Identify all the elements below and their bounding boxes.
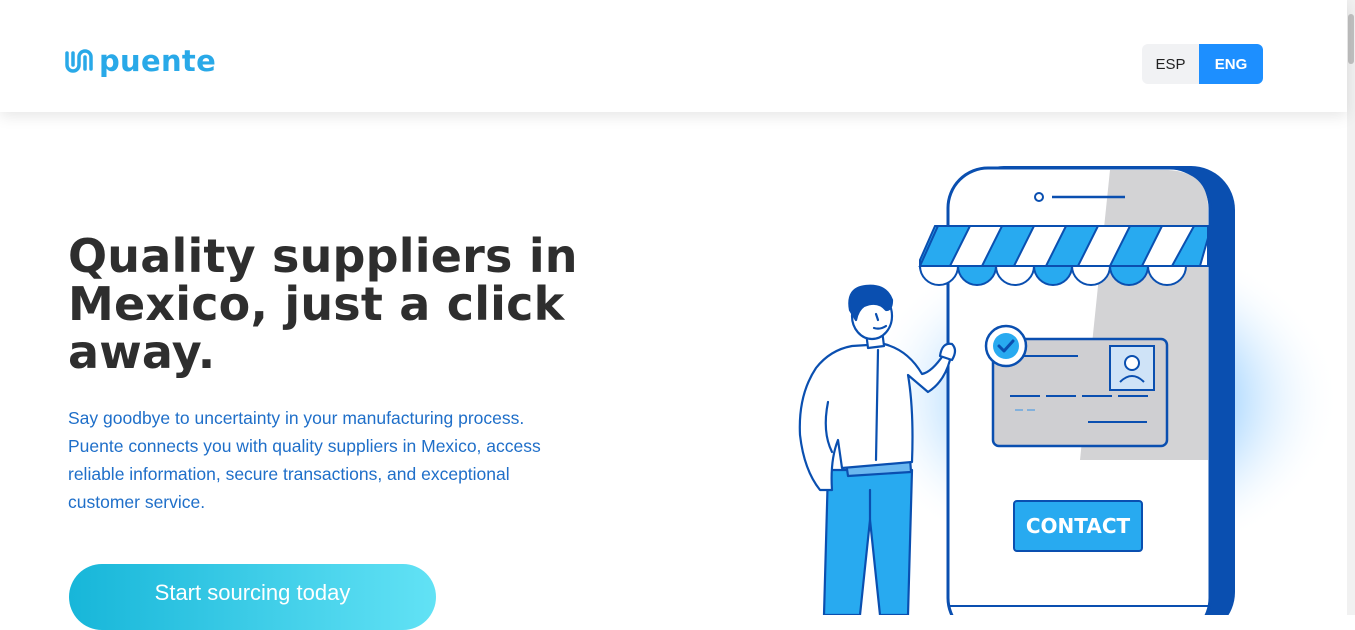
puente-logo-icon	[65, 49, 93, 73]
lang-esp-button[interactable]: ESP	[1142, 44, 1199, 84]
hero-description: Say goodbye to uncertainty in your manuf…	[68, 408, 541, 512]
puente-logo[interactable]: puente	[62, 44, 216, 78]
lang-eng-button[interactable]: ENG	[1199, 44, 1263, 84]
scrollbar-thumb[interactable]	[1348, 14, 1354, 64]
hero-title: Quality suppliers in Mexico, just a clic…	[68, 229, 578, 379]
site-header: puente ESP ENG	[0, 0, 1347, 112]
contact-button[interactable]: CONTACT	[1013, 500, 1143, 552]
person-legs	[822, 468, 914, 615]
check-badge-inner	[993, 333, 1019, 359]
logo-text: puente	[99, 43, 217, 78]
language-switch: ESP ENG	[1142, 44, 1263, 84]
id-card-head	[1124, 355, 1140, 371]
start-sourcing-button[interactable]: Start sourcing today	[69, 564, 436, 630]
page-scrollbar[interactable]	[1347, 0, 1355, 615]
phone-camera	[1034, 192, 1044, 202]
awning	[918, 225, 1209, 286]
